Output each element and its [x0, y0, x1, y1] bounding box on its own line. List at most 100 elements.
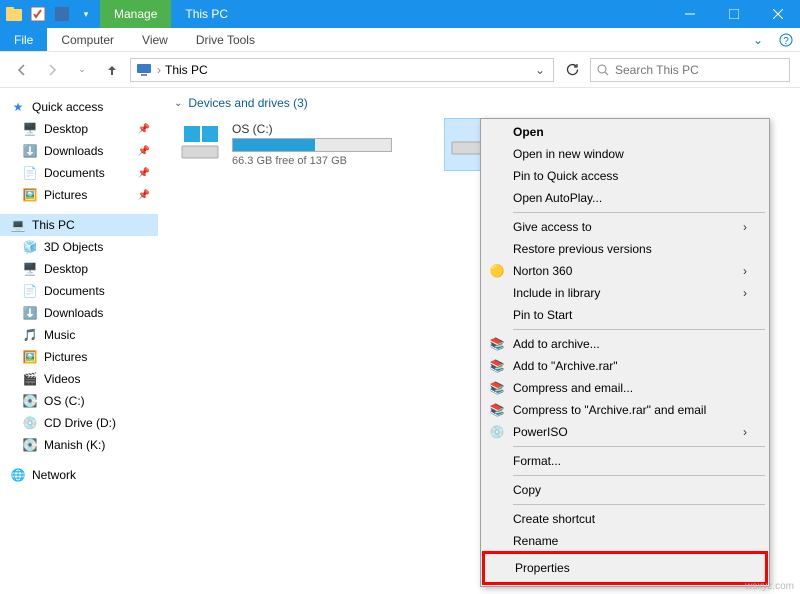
pin-icon: 📌 — [138, 146, 150, 157]
minimize-button[interactable] — [668, 0, 712, 28]
sidebar-item-drive-c[interactable]: 💽OS (C:) — [0, 390, 158, 412]
ctx-pin-quick-access[interactable]: Pin to Quick access — [483, 165, 767, 187]
sidebar-item-videos[interactable]: 🎬Videos — [0, 368, 158, 390]
watermark: wsxyz.com — [745, 581, 794, 592]
quick-access-toolbar: ▾ — [0, 0, 100, 28]
ctx-compress-email[interactable]: 📚Compress and email... — [483, 377, 767, 399]
music-icon: 🎵 — [22, 327, 38, 343]
context-menu: Open Open in new window Pin to Quick acc… — [480, 118, 770, 587]
ctx-create-shortcut[interactable]: Create shortcut — [483, 508, 767, 530]
sidebar-item-pictures[interactable]: 🖼️Pictures📌 — [0, 184, 158, 206]
submenu-arrow-icon: › — [743, 425, 747, 439]
ctx-add-rar[interactable]: 📚Add to "Archive.rar" — [483, 355, 767, 377]
chevron-right-icon[interactable]: › — [155, 63, 163, 77]
sidebar-item-label: Downloads — [44, 306, 103, 320]
svg-text:?: ? — [783, 36, 789, 47]
address-dropdown-icon[interactable]: ⌄ — [531, 63, 549, 77]
sidebar-item-label: Desktop — [44, 122, 88, 136]
qat-dropdown-icon[interactable]: ▾ — [78, 6, 94, 22]
poweriso-icon: 💿 — [489, 424, 505, 440]
pin-icon: 📌 — [138, 190, 150, 201]
drive-os-c[interactable]: OS (C:) 66.3 GB free of 137 GB — [174, 118, 424, 171]
file-tab[interactable]: File — [0, 28, 47, 51]
desktop-icon: 🖥️ — [22, 121, 38, 137]
sidebar-item-label: Music — [44, 328, 75, 342]
sidebar-item-documents-pc[interactable]: 📄Documents — [0, 280, 158, 302]
sidebar-item-downloads[interactable]: ⬇️Downloads📌 — [0, 140, 158, 162]
sidebar-item-label: Documents — [44, 284, 105, 298]
cube-icon: 🧊 — [22, 239, 38, 255]
sidebar-item-label: Quick access — [32, 100, 103, 114]
forward-button[interactable] — [40, 58, 64, 82]
group-header-drives[interactable]: ⌄ Devices and drives (3) — [174, 96, 784, 110]
group-title: Devices and drives (3) — [188, 96, 307, 110]
ctx-pin-start[interactable]: Pin to Start — [483, 304, 767, 326]
navigation-bar: ⌄ › This PC ⌄ — [0, 52, 800, 88]
search-input[interactable] — [615, 63, 783, 77]
sidebar-item-music[interactable]: 🎵 Music — [0, 324, 158, 346]
sidebar-network[interactable]: 🌐Network — [0, 464, 158, 486]
sidebar-item-label: Manish (K:) — [44, 438, 105, 452]
qat-item-icon[interactable] — [54, 6, 70, 22]
sidebar-item-desktop-pc[interactable]: 🖥️Desktop — [0, 258, 158, 280]
ctx-include-library[interactable]: Include in library› — [483, 282, 767, 304]
sidebar-item-desktop[interactable]: 🖥️ Desktop 📌 — [0, 118, 158, 140]
ribbon-collapse-icon[interactable]: ⌄ — [744, 28, 772, 51]
close-button[interactable] — [756, 0, 800, 28]
desktop-icon: 🖥️ — [22, 261, 38, 277]
help-icon[interactable]: ? — [772, 28, 800, 51]
winrar-icon: 📚 — [489, 402, 505, 418]
pin-icon: 📌 — [138, 124, 150, 135]
ctx-copy[interactable]: Copy — [483, 479, 767, 501]
ctx-norton[interactable]: 🟡Norton 360› — [483, 260, 767, 282]
computer-tab[interactable]: Computer — [47, 28, 128, 51]
network-icon: 🌐 — [10, 467, 26, 483]
ctx-separator — [513, 504, 765, 505]
window-title: This PC — [171, 0, 242, 28]
drive-name: OS (C:) — [232, 122, 420, 136]
ctx-properties[interactable]: Properties — [485, 554, 765, 582]
sidebar-item-pictures-pc[interactable]: 🖼️Pictures — [0, 346, 158, 368]
submenu-arrow-icon: › — [743, 220, 747, 234]
back-button[interactable] — [10, 58, 34, 82]
sidebar-item-downloads-pc[interactable]: ⬇️Downloads — [0, 302, 158, 324]
window-controls — [668, 0, 800, 28]
breadcrumb-location[interactable]: This PC — [165, 63, 208, 77]
videos-icon: 🎬 — [22, 371, 38, 387]
up-button[interactable] — [100, 58, 124, 82]
ctx-give-access[interactable]: Give access to› — [483, 216, 767, 238]
ctx-rename[interactable]: Rename — [483, 530, 767, 552]
pin-icon: 📌 — [138, 168, 150, 179]
contextual-tab-manage[interactable]: Manage — [100, 0, 171, 28]
ctx-format[interactable]: Format... — [483, 450, 767, 472]
explorer-icon — [6, 6, 22, 22]
winrar-icon: 📚 — [489, 358, 505, 374]
ctx-separator — [513, 446, 765, 447]
refresh-button[interactable] — [560, 58, 584, 82]
view-tab[interactable]: View — [128, 28, 182, 51]
pictures-icon: 🖼️ — [22, 187, 38, 203]
star-icon: ★ — [10, 99, 26, 115]
address-bar[interactable]: › This PC ⌄ — [130, 58, 554, 82]
maximize-button[interactable] — [712, 0, 756, 28]
ctx-open[interactable]: Open — [483, 121, 767, 143]
drive-tools-tab[interactable]: Drive Tools — [182, 28, 269, 51]
search-box[interactable] — [590, 58, 790, 82]
ctx-compress-rar-email[interactable]: 📚Compress to "Archive.rar" and email — [483, 399, 767, 421]
ribbon: File Computer View Drive Tools ⌄ ? — [0, 28, 800, 52]
drive-free-text: 66.3 GB free of 137 GB — [232, 155, 420, 167]
ctx-poweriso[interactable]: 💿PowerISO› — [483, 421, 767, 443]
ctx-open-new-window[interactable]: Open in new window — [483, 143, 767, 165]
recent-dropdown-icon[interactable]: ⌄ — [70, 58, 94, 82]
sidebar-item-drive-k[interactable]: 💽Manish (K:) — [0, 434, 158, 456]
ctx-restore-versions[interactable]: Restore previous versions — [483, 238, 767, 260]
submenu-arrow-icon: › — [743, 286, 747, 300]
sidebar-quick-access[interactable]: ★ Quick access — [0, 96, 158, 118]
sidebar-item-3d[interactable]: 🧊3D Objects — [0, 236, 158, 258]
sidebar-this-pc[interactable]: 💻This PC — [0, 214, 158, 236]
ctx-open-autoplay[interactable]: Open AutoPlay... — [483, 187, 767, 209]
check-icon[interactable] — [30, 6, 46, 22]
sidebar-item-cd-drive[interactable]: 💿CD Drive (D:) — [0, 412, 158, 434]
ctx-add-archive[interactable]: 📚Add to archive... — [483, 333, 767, 355]
sidebar-item-documents[interactable]: 📄Documents📌 — [0, 162, 158, 184]
